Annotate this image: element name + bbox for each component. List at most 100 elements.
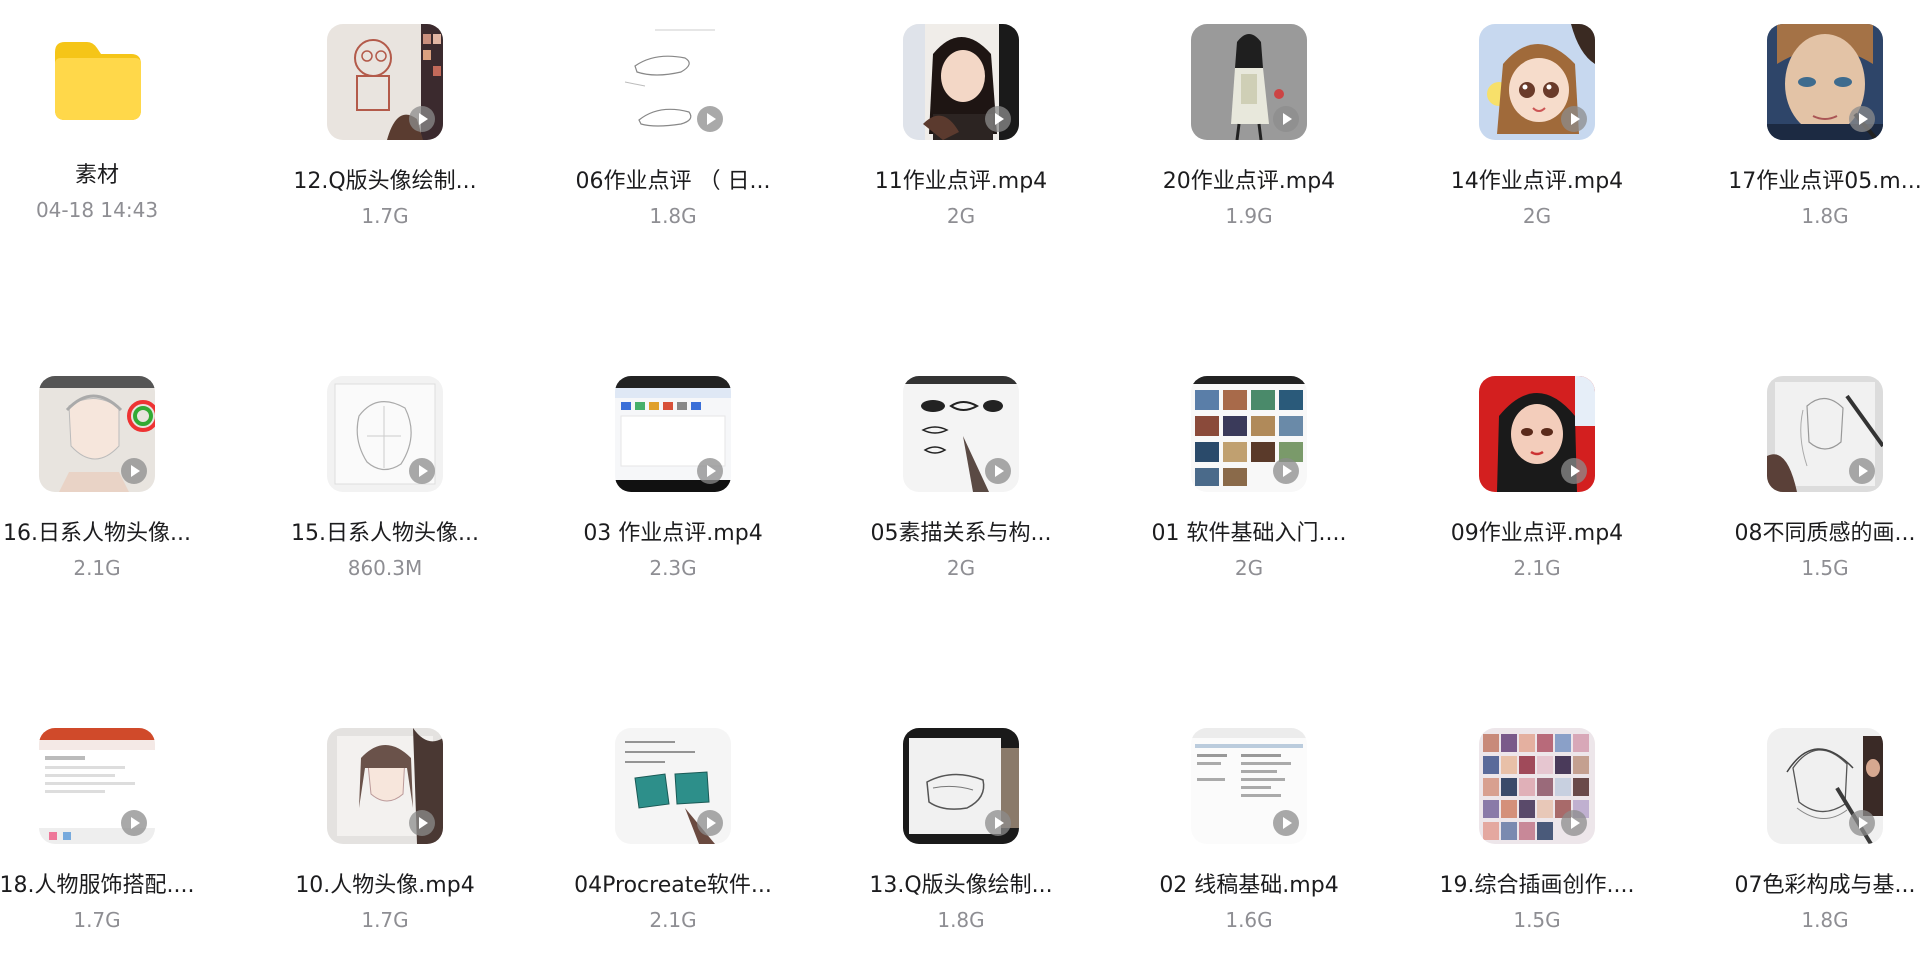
file-grid: 素材 04-18 14:43 12.Q版头像绘制... 1.7G 06作业点评 … bbox=[0, 0, 1920, 956]
video-file-item[interactable]: 02 线稿基础.mp4 1.6G bbox=[1114, 728, 1384, 932]
video-thumbnail bbox=[1479, 24, 1595, 140]
file-size: 1.8G bbox=[1801, 908, 1849, 932]
file-name: 17作业点评05.m... bbox=[1728, 169, 1920, 194]
video-thumbnail bbox=[39, 376, 155, 492]
video-file-item[interactable]: 18.人物服饰搭配.... 1.7G bbox=[0, 728, 232, 932]
play-icon bbox=[985, 458, 1011, 484]
video-thumbnail bbox=[1191, 728, 1307, 844]
video-thumbnail bbox=[327, 24, 443, 140]
video-file-item[interactable]: 15.日系人物头像... 860.3M bbox=[250, 376, 520, 580]
play-icon bbox=[1273, 458, 1299, 484]
file-name: 15.日系人物头像... bbox=[291, 521, 479, 546]
file-size: 1.5G bbox=[1513, 908, 1561, 932]
file-name: 05素描关系与构... bbox=[870, 521, 1052, 546]
file-name: 07色彩构成与基... bbox=[1734, 873, 1916, 898]
file-size: 1.8G bbox=[1801, 204, 1849, 228]
video-thumbnail bbox=[903, 728, 1019, 844]
folder-date: 04-18 14:43 bbox=[35, 198, 159, 222]
video-file-item[interactable]: 05素描关系与构... 2G bbox=[826, 376, 1096, 580]
file-size: 1.9G bbox=[1225, 204, 1273, 228]
video-file-item[interactable]: 14作业点评.mp4 2G bbox=[1402, 24, 1672, 228]
file-size: 2.1G bbox=[649, 908, 697, 932]
play-icon bbox=[985, 106, 1011, 132]
play-icon bbox=[1849, 458, 1875, 484]
video-thumbnail bbox=[1191, 24, 1307, 140]
file-name: 09作业点评.mp4 bbox=[1450, 521, 1624, 546]
video-file-item[interactable]: 13.Q版头像绘制... 1.8G bbox=[826, 728, 1096, 932]
file-name: 10.人物头像.mp4 bbox=[295, 873, 475, 898]
play-icon bbox=[1561, 458, 1587, 484]
video-thumbnail bbox=[1767, 24, 1883, 140]
file-name: 02 线稿基础.mp4 bbox=[1159, 873, 1339, 898]
play-icon bbox=[1561, 106, 1587, 132]
file-name: 13.Q版头像绘制... bbox=[869, 873, 1053, 898]
video-thumbnail bbox=[615, 24, 731, 140]
video-file-item[interactable]: 10.人物头像.mp4 1.7G bbox=[250, 728, 520, 932]
video-file-item[interactable]: 19.综合插画创作.... 1.5G bbox=[1402, 728, 1672, 932]
file-size: 2.1G bbox=[73, 556, 121, 580]
file-size: 1.5G bbox=[1801, 556, 1849, 580]
video-thumbnail bbox=[615, 728, 731, 844]
play-icon bbox=[985, 810, 1011, 836]
file-name: 08不同质感的画... bbox=[1734, 521, 1916, 546]
video-thumbnail bbox=[1479, 376, 1595, 492]
file-size: 2G bbox=[946, 204, 976, 228]
file-size: 1.8G bbox=[937, 908, 985, 932]
play-icon bbox=[697, 458, 723, 484]
file-size: 1.7G bbox=[73, 908, 121, 932]
play-icon bbox=[1273, 810, 1299, 836]
video-thumbnail bbox=[327, 728, 443, 844]
file-size: 1.7G bbox=[361, 204, 409, 228]
file-size: 1.8G bbox=[649, 204, 697, 228]
video-thumbnail bbox=[1479, 728, 1595, 844]
file-size: 2G bbox=[1234, 556, 1264, 580]
file-size: 860.3M bbox=[347, 556, 423, 580]
play-icon bbox=[1849, 810, 1875, 836]
video-file-item[interactable]: 17作业点评05.m... 1.8G bbox=[1690, 24, 1920, 228]
play-icon bbox=[1273, 106, 1299, 132]
folder-icon bbox=[39, 24, 155, 140]
file-size: 2G bbox=[946, 556, 976, 580]
video-file-item[interactable]: 16.日系人物头像... 2.1G bbox=[0, 376, 232, 580]
file-size: 2.1G bbox=[1513, 556, 1561, 580]
file-name: 18.人物服饰搭配.... bbox=[0, 873, 195, 898]
folder-name: 素材 bbox=[74, 163, 119, 188]
video-file-item[interactable]: 03 作业点评.mp4 2.3G bbox=[538, 376, 808, 580]
file-name: 06作业点评 （ 日... bbox=[575, 169, 771, 194]
video-thumbnail bbox=[903, 24, 1019, 140]
video-file-item[interactable]: 06作业点评 （ 日... 1.8G bbox=[538, 24, 808, 228]
file-name: 20作业点评.mp4 bbox=[1162, 169, 1336, 194]
file-size: 1.6G bbox=[1225, 908, 1273, 932]
video-thumbnail bbox=[1767, 376, 1883, 492]
video-file-item[interactable]: 09作业点评.mp4 2.1G bbox=[1402, 376, 1672, 580]
play-icon bbox=[409, 106, 435, 132]
video-thumbnail bbox=[1191, 376, 1307, 492]
file-name: 11作业点评.mp4 bbox=[874, 169, 1048, 194]
video-thumbnail bbox=[1767, 728, 1883, 844]
video-file-item[interactable]: 07色彩构成与基... 1.8G bbox=[1690, 728, 1920, 932]
play-icon bbox=[409, 810, 435, 836]
file-size: 1.7G bbox=[361, 908, 409, 932]
file-name: 12.Q版头像绘制... bbox=[293, 169, 477, 194]
play-icon bbox=[121, 810, 147, 836]
video-file-item[interactable]: 01 软件基础入门.... 2G bbox=[1114, 376, 1384, 580]
video-file-item[interactable]: 04Procreate软件... 2.1G bbox=[538, 728, 808, 932]
file-size: 2.3G bbox=[649, 556, 697, 580]
video-file-item[interactable]: 11作业点评.mp4 2G bbox=[826, 24, 1096, 228]
play-icon bbox=[1561, 810, 1587, 836]
video-file-item[interactable]: 20作业点评.mp4 1.9G bbox=[1114, 24, 1384, 228]
file-name: 03 作业点评.mp4 bbox=[583, 521, 763, 546]
play-icon bbox=[121, 458, 147, 484]
video-file-item[interactable]: 08不同质感的画... 1.5G bbox=[1690, 376, 1920, 580]
folder-item[interactable]: 素材 04-18 14:43 bbox=[0, 24, 232, 222]
file-name: 04Procreate软件... bbox=[574, 873, 772, 898]
play-icon bbox=[697, 106, 723, 132]
file-name: 14作业点评.mp4 bbox=[1450, 169, 1624, 194]
play-icon bbox=[1849, 106, 1875, 132]
video-thumbnail bbox=[327, 376, 443, 492]
video-thumbnail bbox=[39, 728, 155, 844]
file-name: 01 软件基础入门.... bbox=[1151, 521, 1347, 546]
file-size: 2G bbox=[1522, 204, 1552, 228]
video-thumbnail bbox=[615, 376, 731, 492]
video-file-item[interactable]: 12.Q版头像绘制... 1.7G bbox=[250, 24, 520, 228]
